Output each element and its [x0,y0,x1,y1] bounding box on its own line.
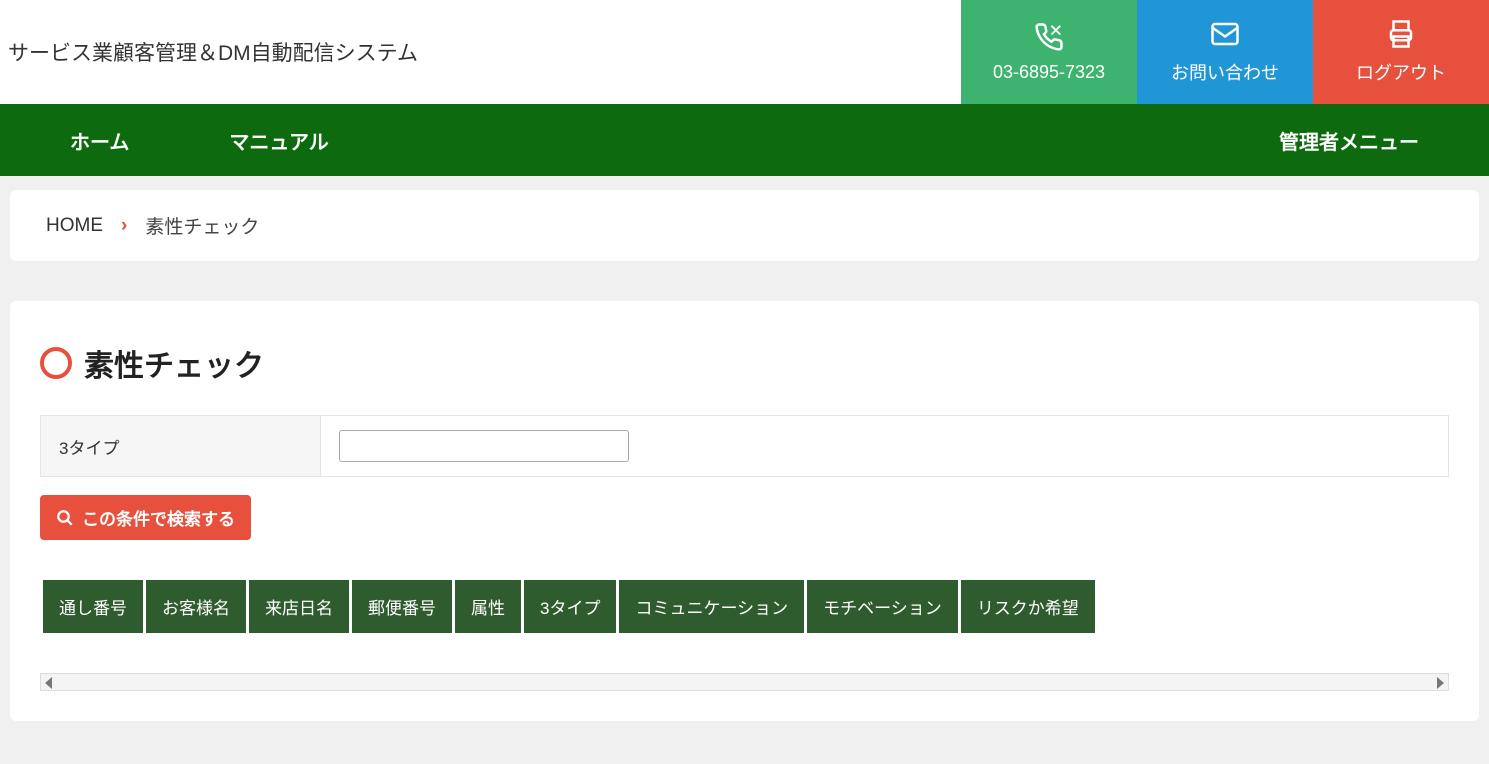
nav-admin-menu[interactable]: 管理者メニュー [1229,126,1469,155]
col-serial: 通し番号 [43,580,143,633]
filter-input-3type[interactable] [339,430,629,462]
nav-home[interactable]: ホーム [20,126,179,155]
app-title: サービス業顧客管理＆DM自動配信システム [0,0,961,104]
contact-label: お問い合わせ [1171,59,1279,85]
page-title: 素性チェック [84,341,264,385]
filter-row: 3タイプ [41,416,1449,477]
logout-label: ログアウト [1356,59,1446,85]
main-card: 素性チェック 3タイプ この条件で検索する 通し番号 お客様名 来店日名 [10,301,1479,721]
breadcrumb: HOME › 素性チェック [10,190,1479,261]
page-title-row: 素性チェック [40,341,1449,385]
horizontal-scrollbar[interactable] [40,673,1449,691]
phone-number: 03-6895-7323 [993,62,1105,83]
filter-table: 3タイプ [40,415,1449,477]
col-3type: 3タイプ [524,580,616,633]
col-communication: コミュニケーション [619,580,804,633]
main-nav: ホーム マニュアル 管理者メニュー [0,104,1489,176]
table-header-row: 通し番号 お客様名 来店日名 郵便番号 属性 3タイプ コミュニケーション モチ… [43,580,1095,633]
col-visit-date: 来店日名 [249,580,349,633]
data-table: 通し番号 お客様名 来店日名 郵便番号 属性 3タイプ コミュニケーション モチ… [40,580,1098,633]
phone-button[interactable]: 03-6895-7323 [961,0,1137,104]
filter-label: 3タイプ [41,416,321,477]
logout-button[interactable]: ログアウト [1313,0,1489,104]
mail-icon [1210,19,1240,49]
breadcrumb-home[interactable]: HOME [46,215,103,237]
search-button[interactable]: この条件で検索する [40,495,251,540]
data-table-wrap: 通し番号 お客様名 来店日名 郵便番号 属性 3タイプ コミュニケーション モチ… [40,580,1449,633]
contact-button[interactable]: お問い合わせ [1137,0,1313,104]
breadcrumb-separator-icon: › [121,215,127,237]
col-motivation: モチベーション [807,580,958,633]
search-icon [56,509,74,527]
header: サービス業顧客管理＆DM自動配信システム 03-6895-7323 お問い合わせ… [0,0,1489,104]
nav-manual[interactable]: マニュアル [179,126,378,155]
printer-icon [1386,19,1416,49]
breadcrumb-current: 素性チェック [145,212,259,239]
col-risk-hope: リスクか希望 [961,580,1095,633]
col-customer-name: お客様名 [146,580,246,633]
search-button-label: この条件で検索する [82,505,235,530]
col-postal: 郵便番号 [352,580,452,633]
circle-icon [40,347,72,379]
phone-icon [1034,22,1064,52]
col-attribute: 属性 [455,580,521,633]
